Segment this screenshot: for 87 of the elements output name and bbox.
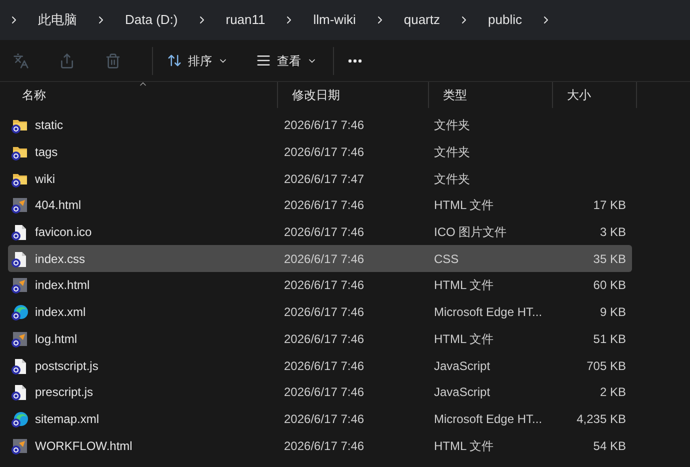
size-cell-text: 3 KB: [598, 224, 626, 242]
type-cell-text: CSS: [433, 250, 460, 268]
column-header[interactable]: 名称: [8, 82, 278, 108]
date-cell-text: 2026/6/17 7:46: [283, 277, 366, 294]
type-cell-text: HTML 文件: [433, 330, 495, 348]
type-cell-text: 文件夹: [433, 144, 471, 162]
date-cell-text: 2026/6/17 7:46: [283, 250, 366, 268]
file-row[interactable]: tags 2026/6/17 7:46 文件夹: [8, 138, 632, 166]
type-cell-text: HTML 文件: [433, 438, 495, 455]
file-row[interactable]: prescript.js 2026/6/17 7:46 JavaScript 2 KB: [8, 378, 632, 406]
file-name: wiki: [35, 170, 55, 188]
globe-icon: [11, 303, 29, 322]
file-name: tags: [35, 144, 58, 162]
file-row[interactable]: static 2026/6/17 7:46 文件夹: [8, 112, 632, 139]
date-cell-text: 2026/6/17 7:46: [283, 330, 366, 348]
column-header[interactable]: 类型: [429, 82, 553, 108]
file-row[interactable]: WORKFLOW.html 2026/6/17 7:46 HTML 文件 54 KB: [8, 432, 632, 459]
file-row[interactable]: sitemap.xml 2026/6/17 7:46 Microsoft Edge HT... 4,235 KB: [8, 406, 632, 432]
size-cell-text: 705 KB: [586, 358, 626, 375]
document-icon: [11, 436, 29, 455]
file-row[interactable]: wiki 2026/6/17 7:47 文件夹: [8, 165, 632, 192]
date-cell-text: 2026/6/17 7:46: [283, 358, 366, 375]
lines-icon: [256, 53, 271, 68]
date-cell-text: 2026/6/17 7:46: [283, 144, 366, 162]
file-row[interactable]: index.xml 2026/6/17 7:46 Microsoft Edge HT... 9 KB: [8, 298, 632, 326]
type-cell-text: HTML 文件: [433, 197, 495, 214]
document-icon: [11, 356, 29, 375]
file-name: WORKFLOW.html: [35, 438, 132, 455]
file-name: postscript.js: [35, 358, 98, 375]
file-name: prescript.js: [35, 384, 94, 402]
file-name: static: [35, 117, 64, 134]
type-cell-text: HTML 文件: [433, 277, 495, 294]
type-cell-text: Microsoft Edge HT...: [433, 304, 544, 322]
size-cell-text: 60 KB: [592, 277, 626, 294]
type-cell-text: JavaScript: [433, 358, 492, 375]
date-cell-text: 2026/6/17 7:46: [283, 197, 366, 214]
date-cell-text: 2026/6/17 7:47: [283, 170, 366, 188]
type-cell-text: ICO 图片文件: [433, 224, 508, 242]
breadcrumb-item[interactable]: llm-wiki: [305, 10, 364, 30]
date-cell-text: 2026/6/17 7:46: [283, 438, 366, 455]
view-button[interactable]: 查看: [246, 46, 327, 76]
document-icon: [11, 223, 29, 242]
date-cell-text: 2026/6/17 7:46: [283, 224, 366, 242]
file-row[interactable]: index.html 2026/6/17 7:46 HTML 文件 60 KB: [8, 272, 632, 299]
size-cell-text: 9 KB: [598, 304, 626, 322]
column-header[interactable]: 修改日期: [278, 82, 429, 108]
size-cell-text: 4,235 KB: [576, 410, 626, 428]
breadcrumb-item[interactable]: 此电脑: [30, 10, 85, 30]
file-name: favicon.ico: [35, 224, 92, 242]
size-cell-text: 17 KB: [592, 197, 626, 214]
globe-icon: [11, 410, 29, 428]
document-icon: [11, 276, 29, 294]
file-row[interactable]: log.html 2026/6/17 7:46 HTML 文件 51 KB: [8, 326, 632, 352]
file-name: 404.html: [35, 197, 82, 214]
file-name: sitemap.xml: [35, 410, 100, 428]
date-cell-text: 2026/6/17 7:46: [283, 117, 366, 134]
type-cell-text: Microsoft Edge HT...: [433, 410, 544, 428]
breadcrumb-item[interactable]: ruan11: [218, 10, 274, 30]
file-row[interactable]: index.css 2026/6/17 7:46 CSS 35 KB: [8, 245, 632, 272]
sort-button[interactable]: 排序: [157, 46, 238, 76]
type-cell-text: 文件夹: [433, 117, 471, 134]
file-name: log.html: [35, 330, 78, 348]
type-cell-text: JavaScript: [433, 384, 492, 402]
breadcrumb-item[interactable]: Data (D:): [117, 10, 186, 30]
file-row[interactable]: postscript.js 2026/6/17 7:46 JavaScript 705 KB: [8, 352, 632, 379]
document-icon: [11, 250, 29, 268]
document-icon: [11, 196, 29, 214]
date-cell-text: 2026/6/17 7:46: [283, 304, 366, 322]
size-cell-text: 2 KB: [598, 384, 626, 402]
date-cell-text: 2026/6/17 7:46: [283, 384, 366, 402]
file-name: index.xml: [35, 304, 86, 322]
file-name: index.html: [35, 277, 90, 294]
document-icon: [11, 383, 29, 402]
size-cell-text: 35 KB: [592, 250, 626, 268]
sort-arrows-icon: [167, 53, 182, 68]
file-name: index.css: [35, 250, 86, 268]
file-row[interactable]: favicon.ico 2026/6/17 7:46 ICO 图片文件 3 KB: [8, 218, 632, 246]
column-header[interactable]: 大小: [553, 82, 637, 108]
date-cell-text: 2026/6/17 7:46: [283, 410, 366, 428]
type-cell-text: 文件夹: [433, 170, 471, 188]
size-cell-text: 54 KB: [592, 438, 626, 455]
breadcrumb-item[interactable]: public: [480, 10, 530, 30]
size-cell-text: 51 KB: [592, 330, 626, 348]
breadcrumb-item[interactable]: quartz: [396, 10, 448, 30]
document-icon: [11, 330, 29, 348]
file-row[interactable]: 404.html 2026/6/17 7:46 HTML 文件 17 KB: [8, 192, 632, 219]
more-icon: [348, 58, 362, 62]
